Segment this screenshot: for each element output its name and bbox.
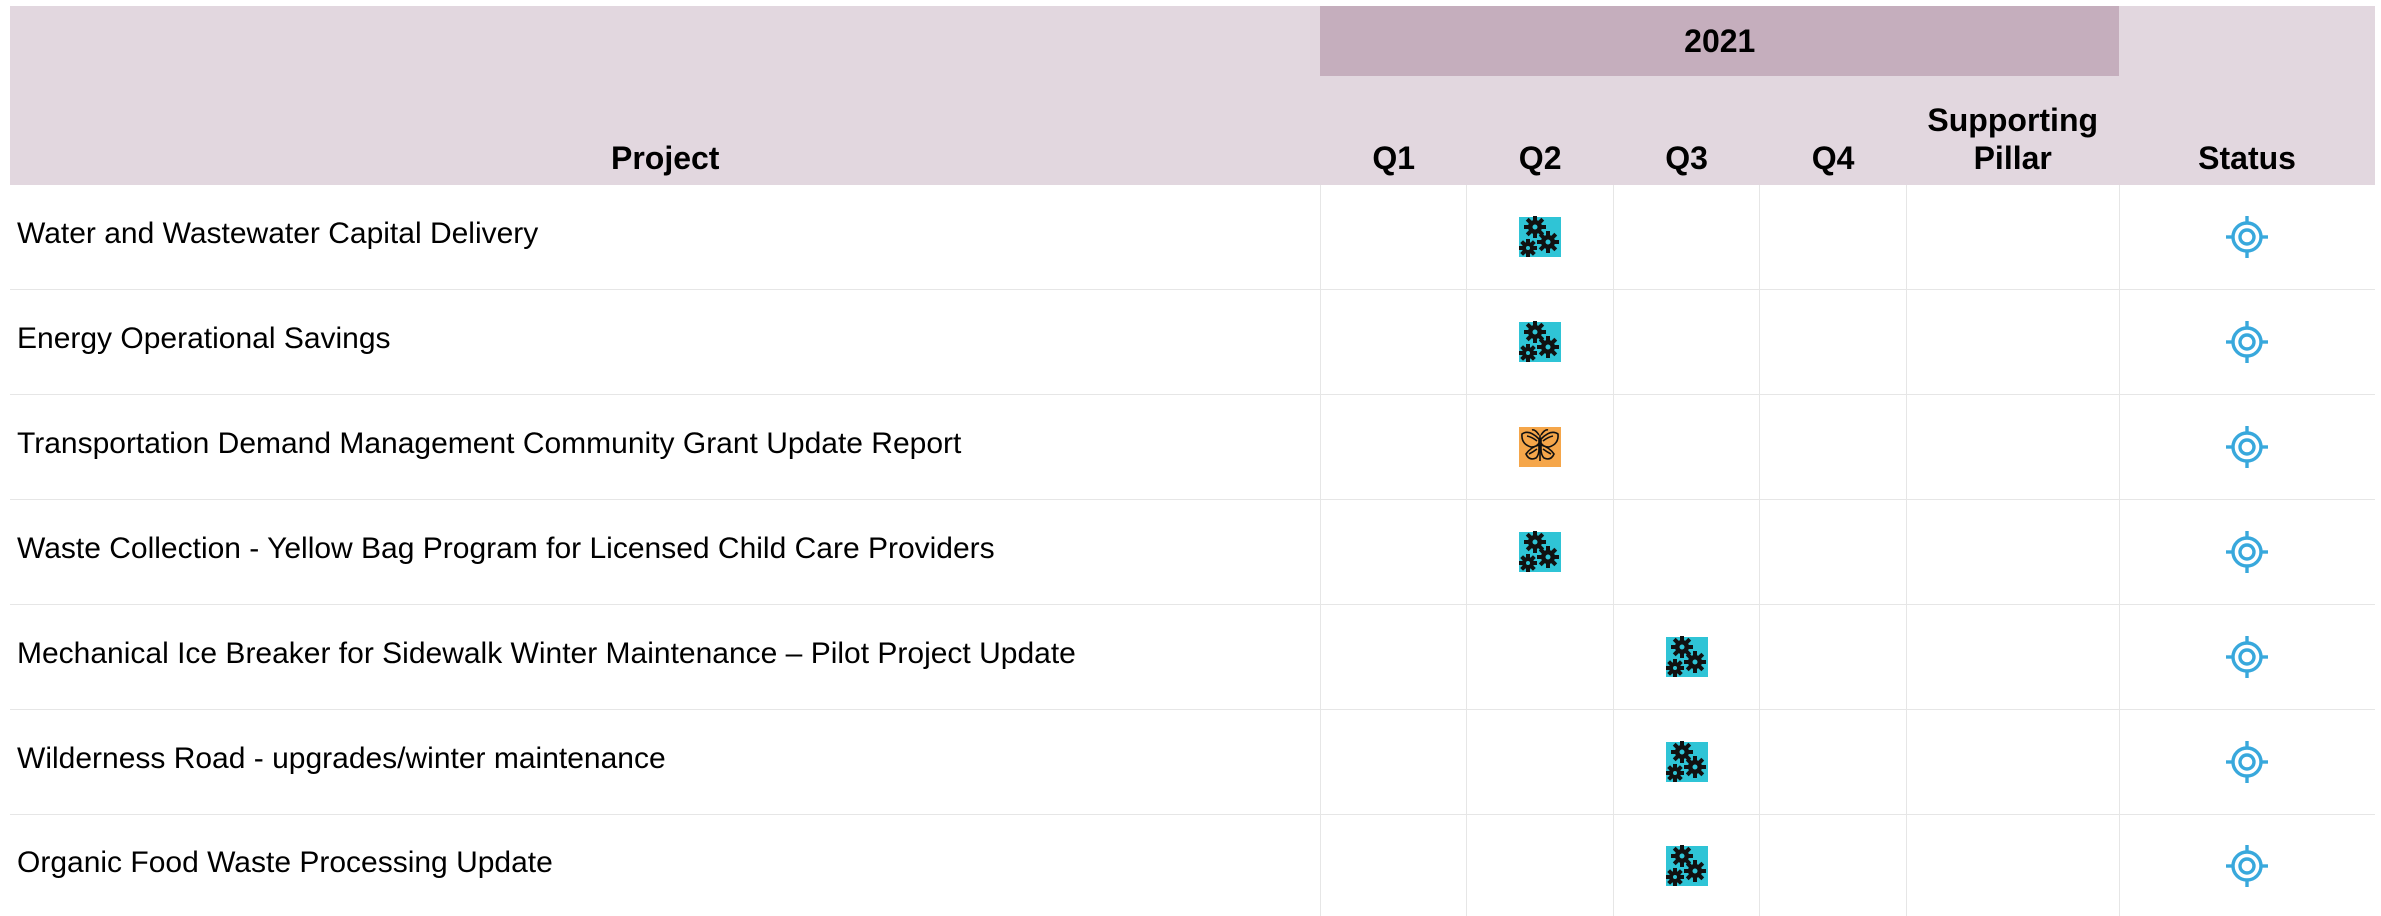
gears-icon [1517,215,1563,259]
table-body: Water and Wastewater Capital Delivery [10,185,2375,916]
quarter-cell-q1 [1320,500,1466,605]
quarter-cell-q1 [1320,290,1466,395]
supporting-pillar-cell [1906,815,2119,916]
supporting-pillar-cell [1906,710,2119,815]
quarter-cell-q2 [1467,290,1613,395]
target-icon [2224,424,2270,470]
quarter-cell-q3 [1613,500,1759,605]
quarter-cell-q2 [1467,395,1613,500]
butterfly-icon [1517,425,1563,469]
quarter-cell-q3 [1613,395,1759,500]
table-row: Waste Collection - Yellow Bag Program fo… [10,500,2375,605]
status-cell [2119,605,2375,710]
quarter-cell-q2 [1467,815,1613,916]
table-row: Water and Wastewater Capital Delivery [10,185,2375,290]
quarter-cell-q2 [1467,185,1613,290]
header-pillar-line2: Pillar [1974,140,2052,176]
target-icon [2224,214,2270,260]
quarter-cell-q2 [1467,500,1613,605]
quarter-cell-q4 [1760,395,1906,500]
quarter-cell-q3 [1613,605,1759,710]
gears-icon [1517,320,1563,364]
target-icon [2224,843,2270,889]
project-name-cell: Water and Wastewater Capital Delivery [10,185,1320,290]
quarter-cell-q4 [1760,815,1906,916]
supporting-pillar-cell [1906,605,2119,710]
project-name-cell: Mechanical Ice Breaker for Sidewalk Wint… [10,605,1320,710]
gears-icon [1664,740,1710,784]
supporting-pillar-cell [1906,185,2119,290]
supporting-pillar-cell [1906,500,2119,605]
quarter-cell-q4 [1760,500,1906,605]
header-q1: Q1 [1320,76,1466,185]
header-pillar-line1: Supporting [1927,102,2098,138]
status-cell [2119,185,2375,290]
header-supporting-pillar: Supporting Pillar [1906,76,2119,185]
quarter-cell-q4 [1760,605,1906,710]
target-icon [2224,529,2270,575]
project-schedule-table: Project 2021 Status Q1 Q2 Q3 Q4 Supporti… [10,6,2375,916]
status-cell [2119,290,2375,395]
project-name-cell: Wilderness Road - upgrades/winter mainte… [10,710,1320,815]
header-q4: Q4 [1760,76,1906,185]
quarter-cell-q2 [1467,710,1613,815]
status-cell [2119,395,2375,500]
header-q3: Q3 [1613,76,1759,185]
table-row: Organic Food Waste Processing Update [10,815,2375,916]
supporting-pillar-cell [1906,290,2119,395]
quarter-cell-q2 [1467,605,1613,710]
quarter-cell-q1 [1320,815,1466,916]
quarter-cell-q3 [1613,290,1759,395]
project-name-cell: Transportation Demand Management Communi… [10,395,1320,500]
table-row: Mechanical Ice Breaker for Sidewalk Wint… [10,605,2375,710]
quarter-cell-q4 [1760,710,1906,815]
supporting-pillar-cell [1906,395,2119,500]
quarter-cell-q1 [1320,605,1466,710]
quarter-cell-q3 [1613,185,1759,290]
gears-icon [1517,530,1563,574]
status-cell [2119,500,2375,605]
gears-icon [1664,635,1710,679]
quarter-cell-q1 [1320,395,1466,500]
target-icon [2224,634,2270,680]
project-name-cell: Energy Operational Savings [10,290,1320,395]
quarter-cell-q4 [1760,185,1906,290]
status-cell [2119,815,2375,916]
quarter-cell-q4 [1760,290,1906,395]
header-status: Status [2119,6,2375,185]
status-cell [2119,710,2375,815]
quarter-cell-q3 [1613,710,1759,815]
project-name-cell: Waste Collection - Yellow Bag Program fo… [10,500,1320,605]
header-q2: Q2 [1467,76,1613,185]
table-row: Wilderness Road - upgrades/winter mainte… [10,710,2375,815]
quarter-cell-q1 [1320,710,1466,815]
gears-icon [1664,844,1710,888]
project-name-cell: Organic Food Waste Processing Update [10,815,1320,916]
header-year: 2021 [1320,6,2119,76]
header-project: Project [10,6,1320,185]
quarter-cell-q3 [1613,815,1759,916]
table-row: Transportation Demand Management Communi… [10,395,2375,500]
target-icon [2224,739,2270,785]
quarter-cell-q1 [1320,185,1466,290]
target-icon [2224,319,2270,365]
table-row: Energy Operational Savings [10,290,2375,395]
